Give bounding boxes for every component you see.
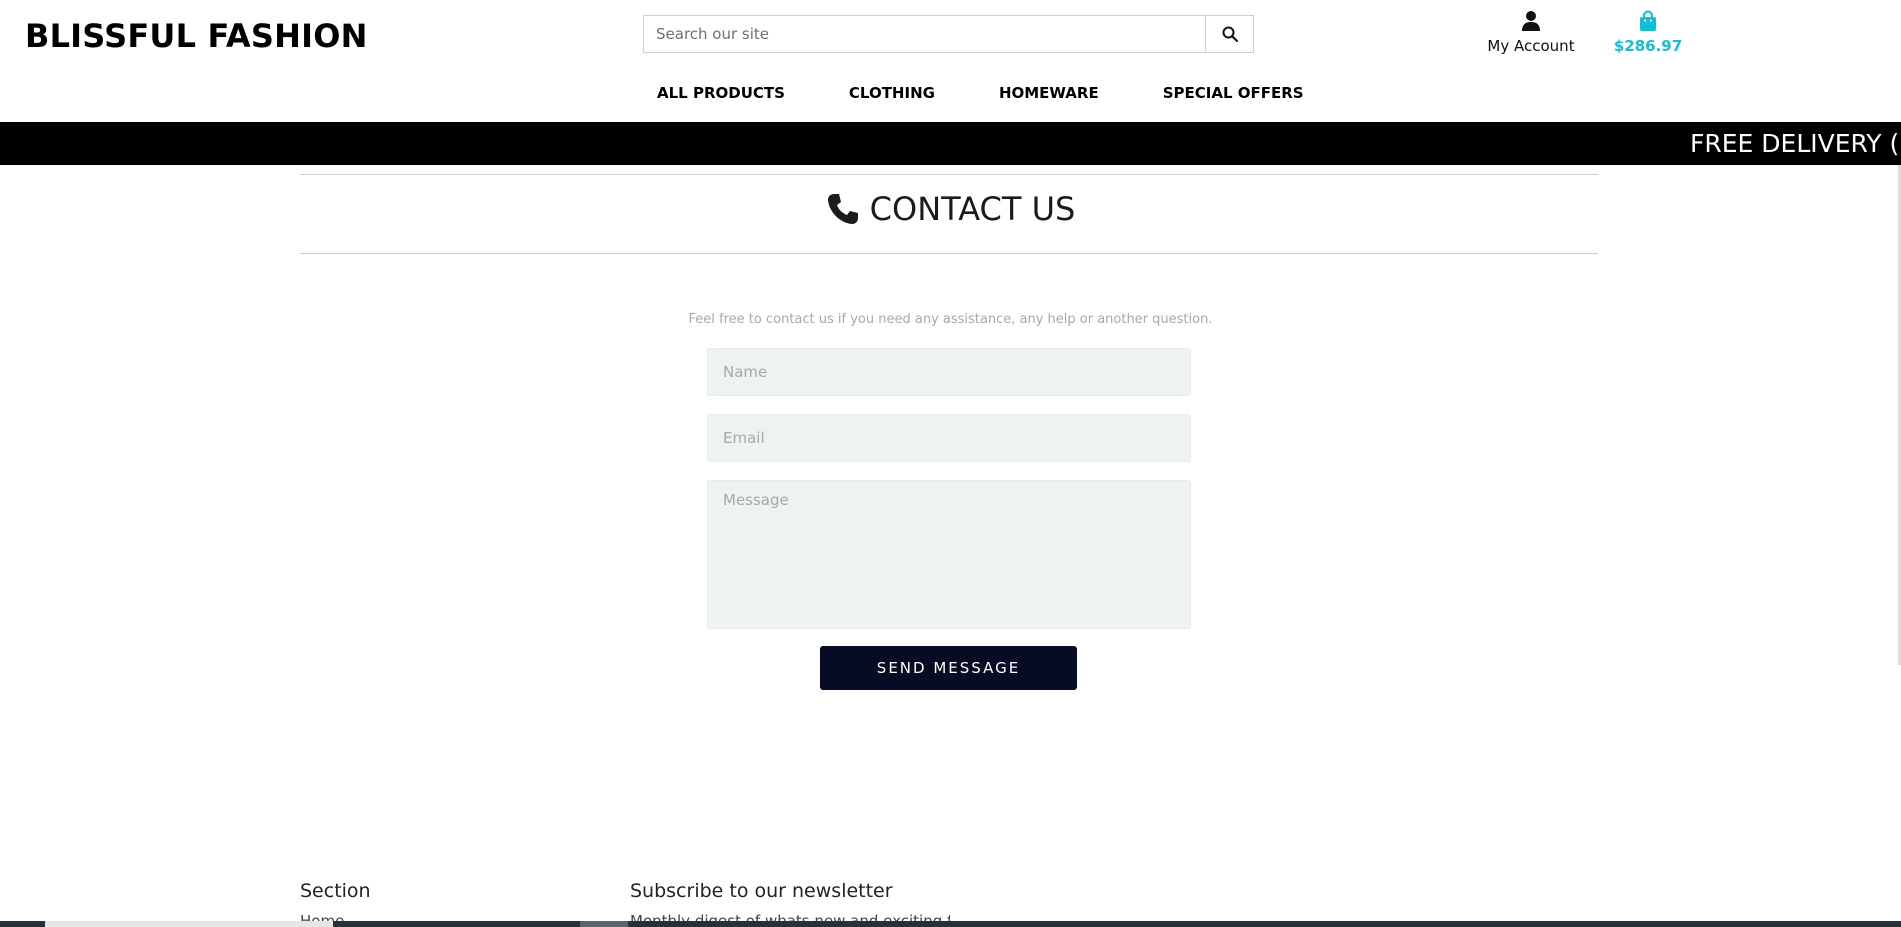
- send-message-button[interactable]: SEND MESSAGE: [820, 646, 1077, 690]
- search-icon: [1222, 26, 1238, 42]
- my-account-label: My Account: [1487, 37, 1575, 55]
- bottom-scrollbar-thumb[interactable]: [45, 921, 333, 927]
- bottom-scrollbar-marker: [580, 921, 628, 927]
- nav-special-offers[interactable]: SPECIAL OFFERS: [1146, 84, 1321, 102]
- nav-clothing[interactable]: CLOTHING: [832, 84, 952, 102]
- search-input[interactable]: [644, 16, 1205, 52]
- email-field[interactable]: [707, 414, 1191, 462]
- shopping-bag-link[interactable]: $286.97: [1608, 10, 1688, 55]
- user-icon: [1522, 11, 1540, 31]
- message-field[interactable]: [707, 480, 1191, 629]
- search-bar: [643, 15, 1254, 53]
- footer-section-heading: Section: [300, 880, 371, 902]
- bag-total: $286.97: [1613, 37, 1683, 55]
- search-button[interactable]: [1205, 16, 1253, 52]
- shopping-bag-icon: [1640, 10, 1656, 31]
- contact-heading: CONTACT US: [0, 190, 1901, 228]
- newsletter-heading: Subscribe to our newsletter: [630, 880, 893, 902]
- site-header: BLISSFUL FASHION My Account $286.97 ALL …: [0, 0, 1901, 122]
- main-nav: ALL PRODUCTS CLOTHING HOMEWARE SPECIAL O…: [640, 84, 1351, 102]
- name-field[interactable]: [707, 348, 1191, 396]
- bottom-scrollbar[interactable]: [0, 921, 1901, 927]
- site-logo[interactable]: BLISSFUL FASHION: [25, 14, 368, 58]
- nav-all-products[interactable]: ALL PRODUCTS: [640, 84, 802, 102]
- contact-title: CONTACT US: [869, 190, 1076, 228]
- contact-divider-bottom: [300, 253, 1598, 254]
- nav-homeware[interactable]: HOMEWARE: [982, 84, 1116, 102]
- promo-banner: FREE DELIVERY (: [0, 122, 1901, 165]
- phone-icon: [827, 194, 858, 224]
- contact-divider-top: [300, 174, 1598, 175]
- promo-banner-text: FREE DELIVERY (: [1690, 129, 1900, 158]
- my-account-link[interactable]: My Account: [1478, 10, 1584, 55]
- contact-intro: Feel free to contact us if you need any …: [688, 312, 1213, 327]
